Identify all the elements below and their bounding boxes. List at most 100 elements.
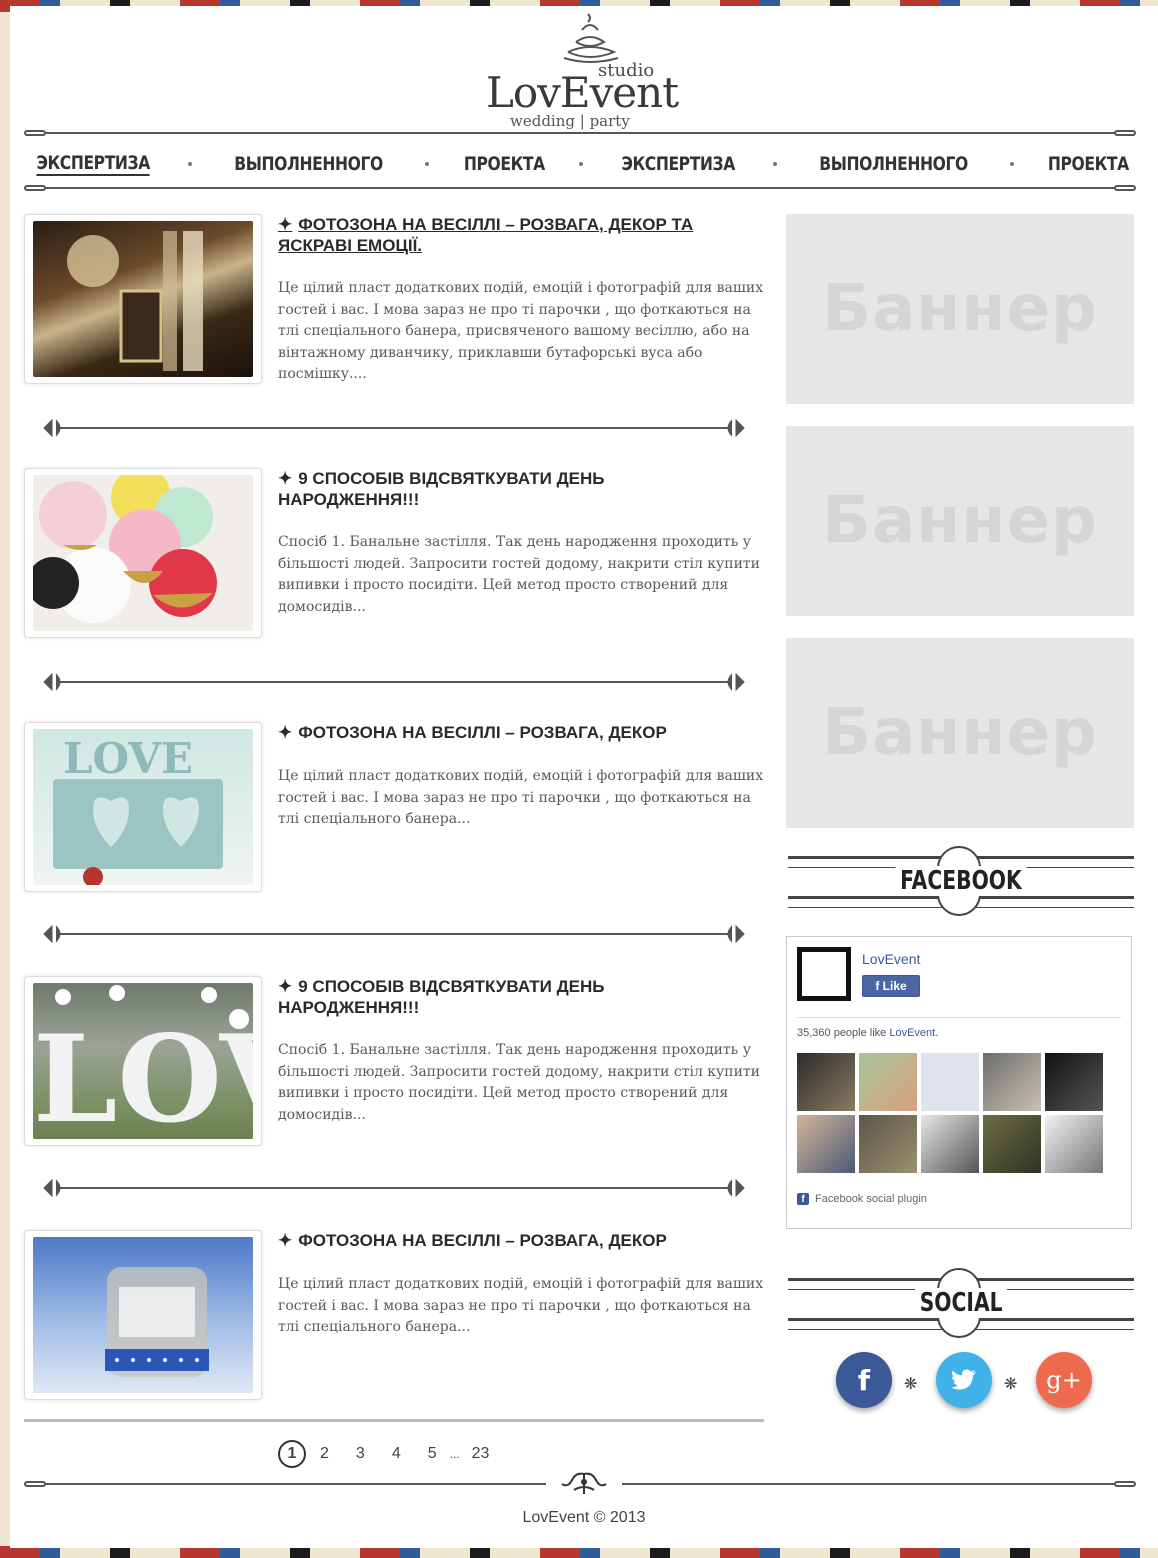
nav-item-vypolnennogo[interactable]: ВЫПОЛНЕННОГО bbox=[234, 153, 383, 175]
page-avatar[interactable] bbox=[797, 947, 851, 1001]
facebook-section-heading: FACEBOOK bbox=[788, 844, 1134, 920]
ad-banner[interactable]: Баннер bbox=[786, 426, 1134, 616]
post-title-link[interactable]: ✦ ФОТОЗОНА НА ВЕСІЛЛІ – РОЗВАГА, ДЕКОР bbox=[278, 1230, 738, 1251]
nav-separator bbox=[772, 162, 777, 166]
svg-text:LOV: LOV bbox=[33, 1009, 253, 1139]
facebook-social-button[interactable]: f bbox=[836, 1352, 892, 1408]
post-title: ФОТОЗОНА НА ВЕСІЛЛІ – РОЗВАГА, ДЕКОР bbox=[298, 1231, 667, 1250]
post-excerpt: Це цілий пласт додаткових подій, емоцій … bbox=[278, 1276, 764, 1335]
post-title: 9 СПОСОБІВ ВІДСВЯТКУВАТИ ДЕНЬ НАРОДЖЕННЯ… bbox=[278, 977, 605, 1017]
post-image-love-frame: LOVE bbox=[33, 729, 253, 885]
fb-face-avatar[interactable] bbox=[859, 1115, 917, 1173]
sparkle-icon: ✦ bbox=[278, 1231, 293, 1250]
facebook-icon: f bbox=[857, 1363, 871, 1397]
post-excerpt: Спосіб 1. Банальне застілля. Так день на… bbox=[278, 1042, 761, 1123]
page-link[interactable]: 5 bbox=[428, 1445, 437, 1463]
fb-face-avatar[interactable] bbox=[859, 1053, 917, 1111]
fb-like-button[interactable]: f Like bbox=[862, 975, 920, 997]
fb-face-avatar[interactable] bbox=[1045, 1053, 1103, 1111]
footer-copyright: LovEvent © 2013 bbox=[522, 1509, 646, 1526]
post-image-chandelier bbox=[33, 221, 253, 377]
fb-face-avatar[interactable] bbox=[921, 1115, 979, 1173]
nav-rule-end bbox=[24, 130, 46, 136]
ad-banner[interactable]: Баннер bbox=[786, 214, 1134, 404]
ornament-divider bbox=[43, 672, 745, 692]
twitter-bird-icon bbox=[951, 1369, 976, 1390]
nav-item-vypolnennogo[interactable]: ВЫПОЛНЕННОГО bbox=[819, 153, 968, 175]
post-image-love-letters: LOV bbox=[33, 983, 253, 1139]
post-thumbnail[interactable]: LOVE bbox=[24, 722, 262, 892]
ornament-dot: ❋ bbox=[904, 1376, 918, 1393]
facebook-heading: FACEBOOK bbox=[895, 866, 1027, 896]
banner-label: Баннер bbox=[822, 484, 1098, 558]
nav-item-proekta[interactable]: ПРОЕКТА bbox=[1048, 153, 1129, 175]
fb-social-plugin[interactable]: f Facebook social plugin bbox=[797, 1193, 927, 1205]
post-title-link[interactable]: ✦ ФОТОЗОНА НА ВЕСІЛЛІ – РОЗВАГА, ДЕКОР ТА… bbox=[278, 214, 738, 256]
post-thumbnail[interactable] bbox=[24, 468, 262, 638]
site-logo[interactable]: studio LovEvent wedding | party bbox=[480, 12, 700, 130]
footer-rule-right bbox=[622, 1483, 1122, 1485]
post-card: ✦ ФОТОЗОНА НА ВЕСІЛЛІ – РОЗВАГА, ДЕКОР Це… bbox=[24, 1230, 764, 1402]
post-thumbnail[interactable] bbox=[24, 214, 262, 384]
fb-face-avatar[interactable] bbox=[983, 1115, 1041, 1173]
ornament-divider bbox=[43, 1178, 745, 1198]
fb-face-avatar[interactable] bbox=[797, 1053, 855, 1111]
google-plus-social-button[interactable]: g+ bbox=[1036, 1352, 1092, 1408]
nav-separator bbox=[578, 162, 583, 166]
page-link[interactable]: 3 bbox=[356, 1445, 365, 1463]
post-title-link[interactable]: ✦ 9 СПОСОБІВ ВІДСВЯТКУВАТИ ДЕНЬ НАРОДЖЕНН… bbox=[278, 976, 738, 1018]
fb-face-avatar[interactable] bbox=[983, 1053, 1041, 1111]
ornament-divider bbox=[43, 924, 745, 944]
fb-like-label: Like bbox=[882, 979, 907, 993]
fb-separator bbox=[797, 1017, 1121, 1018]
pagination: 1 2 3 4 5 ... 23 bbox=[278, 1440, 489, 1468]
nav-separator bbox=[1009, 162, 1014, 166]
page-current[interactable]: 1 bbox=[278, 1440, 306, 1468]
social-section-heading: SOCIAL bbox=[788, 1266, 1134, 1342]
footer-rule-end bbox=[24, 1481, 46, 1487]
post-title-link[interactable]: ✦ 9 СПОСОБІВ ВІДСВЯТКУВАТИ ДЕНЬ НАРОДЖЕНН… bbox=[278, 468, 738, 510]
post-card: ✦ ФОТОЗОНА НА ВЕСІЛЛІ – РОЗВАГА, ДЕКОР ТА… bbox=[24, 214, 764, 386]
nav-top-rule bbox=[46, 132, 1122, 134]
post-title-link[interactable]: ✦ ФОТОЗОНА НА ВЕСІЛЛІ – РОЗВАГА, ДЕКОР bbox=[278, 722, 738, 743]
footer-rule-end bbox=[1114, 1481, 1136, 1487]
cake-icon bbox=[563, 13, 619, 63]
fb-plugin-label: Facebook social plugin bbox=[815, 1193, 927, 1205]
sparkle-icon: ✦ bbox=[278, 215, 293, 234]
fb-like-count: 35,360 people like LovEvent. bbox=[797, 1027, 938, 1039]
nav-rule-end bbox=[24, 185, 46, 191]
post-title: 9 СПОСОБІВ ВІДСВЯТКУВАТИ ДЕНЬ НАРОДЖЕННЯ… bbox=[278, 469, 605, 509]
fb-face-avatar[interactable] bbox=[797, 1115, 855, 1173]
nav-item-expertiza[interactable]: ЭКСПЕРТИЗА bbox=[36, 152, 150, 176]
ad-banner[interactable]: Баннер bbox=[786, 638, 1134, 828]
twitter-social-button[interactable] bbox=[936, 1352, 992, 1408]
sparkle-icon: ✦ bbox=[278, 723, 293, 742]
post-excerpt: Це цілий пласт додаткових подій, емоцій … bbox=[278, 280, 764, 382]
nav-item-proekta[interactable]: ПРОЕКТА bbox=[463, 153, 544, 175]
nav-bottom-rule bbox=[46, 187, 1122, 189]
social-heading: SOCIAL bbox=[914, 1288, 1008, 1318]
footer-ornament-icon bbox=[561, 1472, 607, 1494]
google-plus-icon: g+ bbox=[1046, 1366, 1082, 1394]
post-thumbnail[interactable]: LOV bbox=[24, 976, 262, 1146]
post-title: ФОТОЗОНА НА ВЕСІЛЛІ – РОЗВАГА, ДЕКОР ТА … bbox=[278, 215, 694, 255]
page: studio LovEvent wedding | party ЭКСПЕРТИ… bbox=[10, 6, 1158, 1548]
fb-face-avatar[interactable] bbox=[921, 1053, 979, 1111]
banner-label: Баннер bbox=[822, 696, 1098, 770]
post-thumbnail[interactable] bbox=[24, 1230, 262, 1400]
page-link[interactable]: 2 bbox=[320, 1445, 329, 1463]
ornament-divider bbox=[43, 418, 745, 438]
nav-item-expertiza[interactable]: ЭКСПЕРТИЗА bbox=[621, 153, 735, 175]
fb-count-link[interactable]: LovEvent. bbox=[889, 1027, 938, 1039]
sparkle-icon: ✦ bbox=[278, 977, 293, 996]
page-link[interactable]: 4 bbox=[392, 1445, 401, 1463]
post-excerpt: Це цілий пласт додаткових подій, емоцій … bbox=[278, 768, 764, 827]
page-link-last[interactable]: 23 bbox=[472, 1445, 490, 1463]
facebook-like-box: LovEvent f Like 35,360 people like LovEv… bbox=[786, 936, 1132, 1229]
fb-face-avatar[interactable] bbox=[1045, 1115, 1103, 1173]
fb-page-name[interactable]: LovEvent bbox=[862, 951, 920, 967]
logo-name: LovEvent bbox=[486, 68, 679, 117]
post-image-glass bbox=[33, 1237, 253, 1393]
post-image-balloons bbox=[33, 475, 253, 631]
post-excerpt: Спосіб 1. Банальне застілля. Так день на… bbox=[278, 534, 761, 615]
